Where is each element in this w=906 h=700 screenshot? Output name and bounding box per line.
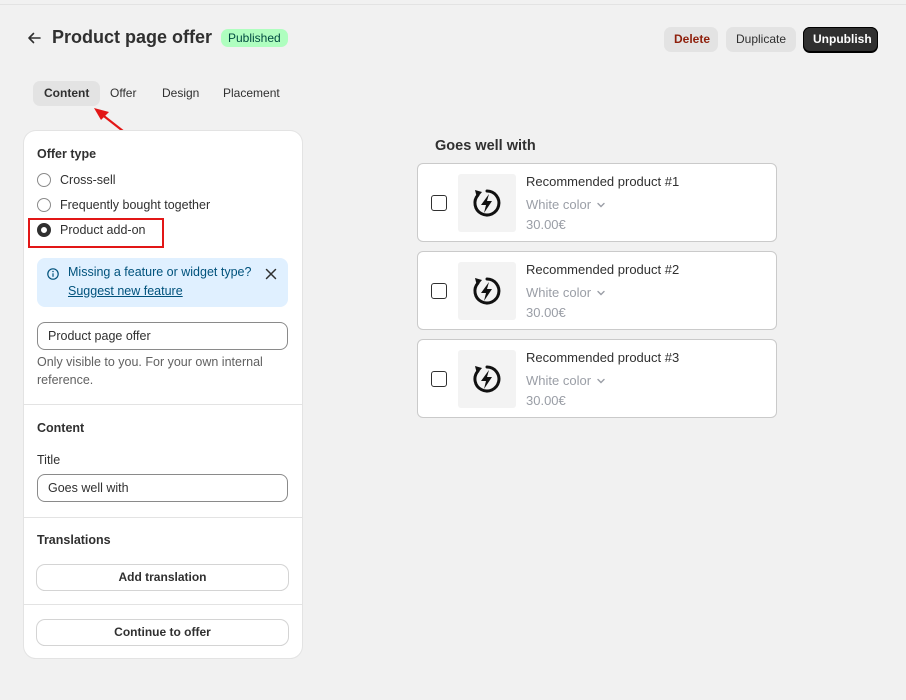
page-header: Product page offer Published Delete Dupl… — [24, 26, 879, 52]
annotation-highlight-box — [28, 218, 164, 248]
product-thumbnail — [458, 174, 516, 232]
add-translation-button[interactable]: Add translation — [37, 565, 288, 590]
product-thumbnail — [458, 350, 516, 408]
bolt-refresh-icon — [473, 189, 501, 217]
chevron-down-icon — [597, 290, 605, 295]
bolt-refresh-icon — [473, 365, 501, 393]
title-field[interactable]: Goes well with — [37, 474, 288, 502]
delete-button[interactable]: Delete — [664, 27, 718, 52]
status-badge: Published — [221, 29, 288, 47]
variant-selector[interactable]: White color — [526, 373, 606, 388]
product-price: 30.00€ — [526, 393, 566, 408]
suggest-feature-link[interactable]: Suggest new feature — [68, 284, 183, 298]
tab-design[interactable]: Design — [151, 81, 210, 106]
page-title: Product page offer — [52, 27, 213, 47]
bolt-refresh-icon — [473, 277, 501, 305]
radio-label: Frequently bought together — [60, 198, 211, 212]
variant-label: White color — [526, 197, 592, 212]
offer-type-heading: Offer type — [37, 147, 97, 161]
close-icon[interactable] — [264, 267, 278, 281]
product-price: 30.00€ — [526, 217, 566, 232]
internal-name-field[interactable]: Product page offer — [37, 322, 288, 350]
radio-cross-sell[interactable]: Cross-sell — [37, 171, 116, 189]
product-name: Recommended product #1 — [526, 174, 680, 189]
section-divider — [24, 517, 302, 518]
product-checkbox[interactable] — [431, 371, 447, 387]
radio-label: Cross-sell — [60, 173, 116, 187]
variant-selector[interactable]: White color — [526, 197, 606, 212]
section-divider — [24, 604, 302, 605]
variant-selector[interactable]: White color — [526, 285, 606, 300]
variant-label: White color — [526, 285, 592, 300]
duplicate-button[interactable]: Duplicate — [726, 27, 796, 52]
tab-content[interactable]: Content — [33, 81, 101, 106]
product-checkbox[interactable] — [431, 283, 447, 299]
radio-frequently-bought-together[interactable]: Frequently bought together — [37, 196, 210, 214]
internal-name-help-text: Only visible to you. For your own intern… — [37, 355, 263, 387]
radio-button[interactable] — [37, 173, 51, 187]
variant-label: White color — [526, 373, 592, 388]
section-divider — [24, 404, 302, 405]
top-divider — [0, 4, 906, 5]
product-price: 30.00€ — [526, 305, 566, 320]
chevron-down-icon — [597, 202, 605, 207]
back-arrow-icon[interactable] — [26, 30, 42, 46]
product-thumbnail — [458, 262, 516, 320]
content-heading: Content — [37, 421, 85, 435]
tab-offer[interactable]: Offer — [99, 81, 147, 106]
banner-message: Missing a feature or widget type? — [68, 265, 252, 279]
product-checkbox[interactable] — [431, 195, 447, 211]
preview-title: Goes well with — [435, 138, 536, 154]
product-card: Recommended product #1 White color 30.00… — [417, 163, 777, 242]
settings-card: Offer type Cross-sell Frequently bought … — [24, 131, 302, 658]
radio-button[interactable] — [37, 198, 51, 212]
feature-request-banner: Missing a feature or widget type? Sugges… — [37, 258, 288, 307]
continue-to-offer-button[interactable]: Continue to offer — [37, 620, 288, 645]
product-name: Recommended product #3 — [526, 350, 680, 365]
info-icon — [47, 268, 59, 280]
product-card: Recommended product #2 White color 30.00… — [417, 251, 777, 330]
title-label: Title — [37, 453, 61, 467]
chevron-down-icon — [597, 378, 605, 383]
translations-heading: Translations — [37, 533, 111, 547]
product-card: Recommended product #3 White color 30.00… — [417, 339, 777, 418]
tab-placement[interactable]: Placement — [212, 81, 291, 106]
unpublish-button[interactable]: Unpublish — [803, 27, 878, 52]
product-name: Recommended product #2 — [526, 262, 680, 277]
